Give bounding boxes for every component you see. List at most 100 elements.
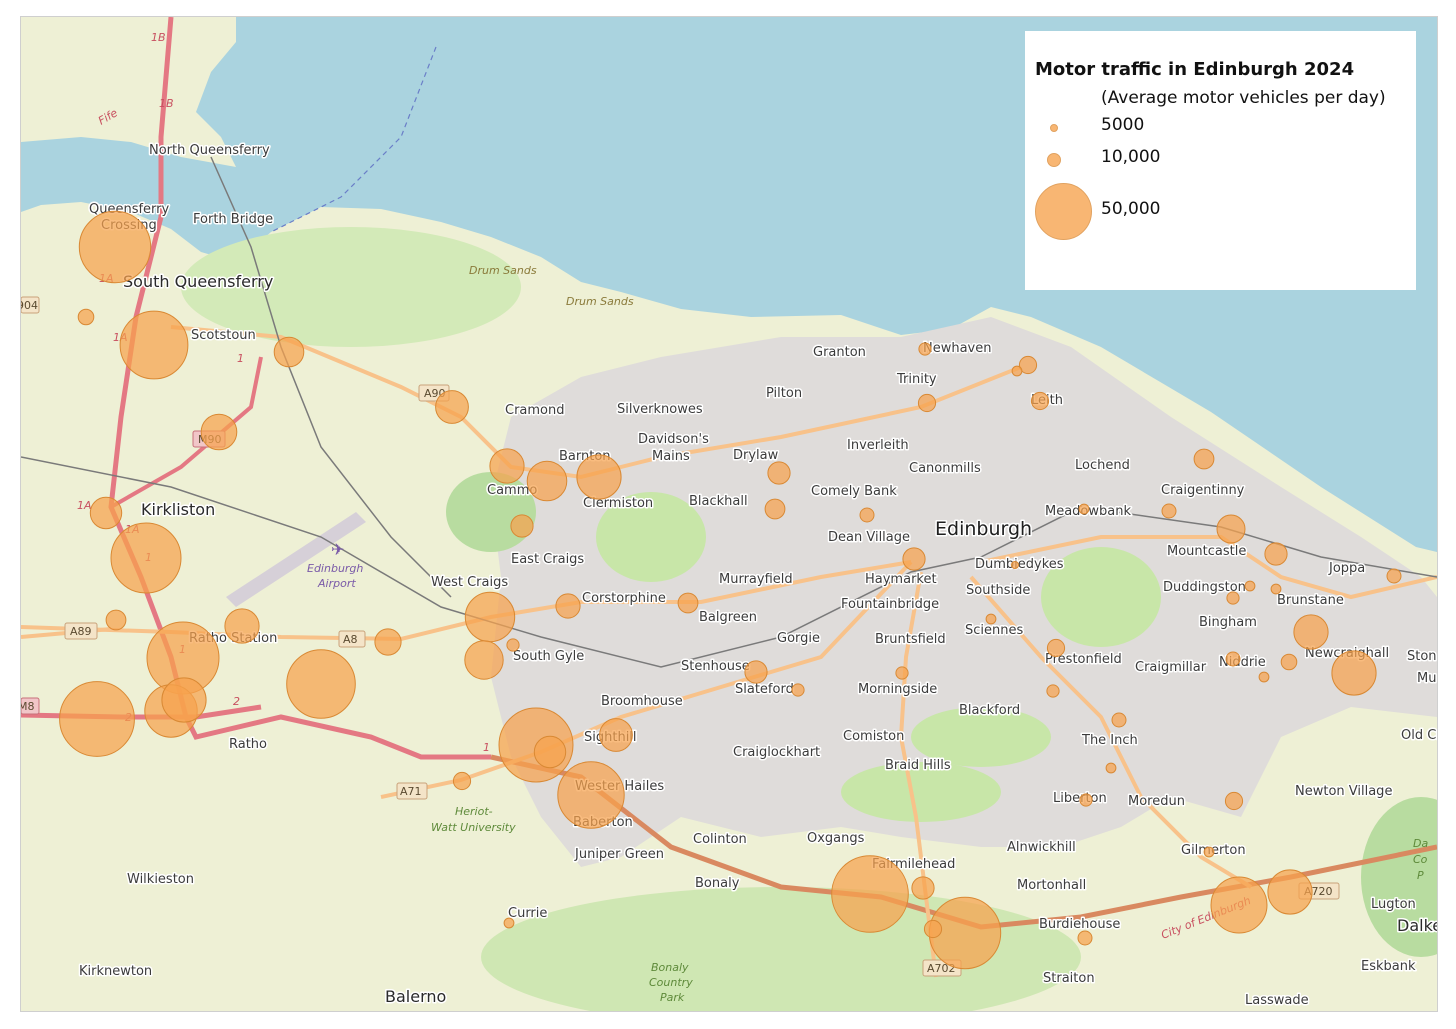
traffic-count-point [503,917,515,929]
traffic-count-point [464,591,516,643]
label-dalke: Dalke [1397,916,1437,935]
svg-text:A71: A71 [400,785,422,798]
label-blackhall: Blackhall [689,494,748,509]
legend-label-50000: 50,000 [1101,199,1161,219]
label-pilton: Pilton [766,386,802,401]
traffic-count-point [119,310,189,380]
traffic-count-point [1210,876,1268,934]
traffic-count-point [1331,650,1377,696]
label-fountainbridge: Fountainbridge [841,597,939,612]
label-balerno: Balerno [385,987,446,1006]
traffic-count-point [1011,365,1023,377]
label-edinburgh-airport-1: Edinburgh [307,562,363,575]
traffic-count-point [1011,561,1019,569]
label-joppa: Joppa [1328,561,1365,576]
traffic-count-point [923,919,943,939]
traffic-count-point [831,855,909,933]
traffic-count-point [1264,542,1288,566]
label-cramond: Cramond [505,403,565,418]
label-blackford: Blackford [959,703,1020,718]
label-straiton: Straiton [1043,971,1095,986]
traffic-count-point [1293,614,1329,650]
label-gorgie: Gorgie [777,631,820,646]
traffic-count-point [1161,503,1177,519]
junction-1a-c: 1A [77,499,92,512]
legend-row-50000: 50,000 [1025,181,1416,241]
traffic-count-point [911,876,935,900]
traffic-count-point [89,496,123,530]
label-forth-bridge: Forth Bridge [193,212,273,227]
traffic-count-point [1046,684,1060,698]
label-kirkliston: Kirkliston [141,500,215,519]
label-da-2: Co [1413,853,1428,866]
junction-1-a: 1 [237,352,244,365]
traffic-count-point [1111,712,1127,728]
traffic-count-point [1216,514,1246,544]
traffic-count-point [77,308,95,326]
traffic-count-point [1386,568,1402,584]
label-oxgangs: Oxgangs [807,831,865,846]
label-lugton: Lugton [1371,897,1416,912]
label-east-craigs: East Craigs [511,552,584,567]
label-haymarket: Haymarket [865,572,937,587]
traffic-count-point [78,210,152,284]
label-the-inch: The Inch [1081,733,1138,748]
traffic-count-point [286,649,356,719]
traffic-count-point [1270,583,1282,595]
label-craigentinny: Craigentinny [1161,483,1245,498]
label-south-gyle: South Gyle [513,649,584,664]
label-mountcastle: Mountcastle [1167,544,1246,559]
label-eskbank: Eskbank [1361,959,1416,974]
traffic-count-point [1077,930,1093,946]
label-braid-hills: Braid Hills [885,758,951,773]
label-drum-sands-1: Drum Sands [469,264,537,277]
svg-text:904: 904 [21,299,38,312]
traffic-count-point [917,393,937,413]
label-da-3: P [1417,869,1424,882]
traffic-count-point [510,514,534,538]
traffic-count-point [526,460,568,502]
label-moredun: Moredun [1128,794,1185,809]
label-juniper-green: Juniper Green [574,847,664,862]
traffic-count-point [1203,846,1215,858]
label-mortonhall: Mortonhall [1017,878,1086,893]
road-shield-a8: A8 [338,630,366,648]
label-southside: Southside [966,583,1030,598]
legend-swatch-10000 [1047,153,1061,167]
traffic-count-point [105,609,127,631]
label-ratho: Ratho [229,737,267,752]
traffic-count-point [1078,503,1090,515]
traffic-count-point [918,342,932,356]
road-shield-a89: A89 [64,622,98,640]
label-dumbiedykes: Dumbiedykes [975,557,1064,572]
traffic-count-point [489,448,525,484]
legend-panel: Motor traffic in Edinburgh 2024 (Average… [1025,31,1416,290]
traffic-count-point [200,413,238,451]
label-kirknewton: Kirknewton [79,964,152,979]
svg-text:A8: A8 [343,633,358,646]
label-silverknowes: Silverknowes [617,402,703,417]
label-trinity: Trinity [896,372,937,387]
label-heriot-watt-1: Heriot- [455,805,493,818]
label-bonaly-park-1: Bonaly [651,961,689,974]
traffic-count-point [374,628,402,656]
label-heriot-watt-2: Watt University [431,821,516,834]
label-murrayfield: Murrayfield [719,572,793,587]
legend-label-5000: 5000 [1101,115,1145,135]
label-old-cr: Old Cr [1401,728,1437,743]
label-brunstane: Brunstane [1277,593,1344,608]
junction-1b-a: 1B [151,31,166,44]
label-drum-sands-2: Drum Sands [566,295,634,308]
traffic-count-point [464,640,504,680]
label-sciennes: Sciennes [965,623,1023,638]
traffic-count-point [859,507,875,523]
junction-1b-b: 1B [159,97,174,110]
label-comely-bank: Comely Bank [811,484,897,499]
traffic-count-point [1193,448,1215,470]
label-lochend: Lochend [1075,458,1130,473]
label-morningside: Morningside [858,682,937,697]
road-shield-m8: M8 [21,697,40,715]
label-ston: Ston [1407,649,1437,664]
traffic-count-point [1267,869,1313,915]
junction-1-d: 1 [483,741,490,754]
